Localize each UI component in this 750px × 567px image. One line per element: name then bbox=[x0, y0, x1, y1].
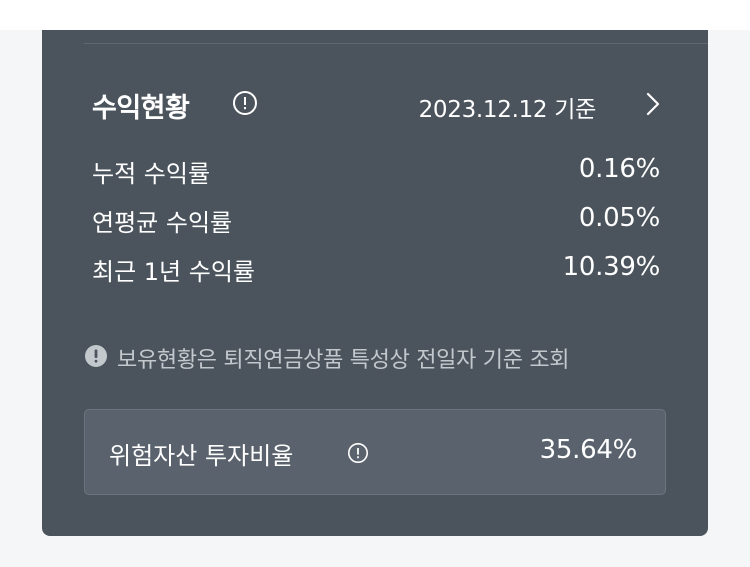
risk-asset-value: 35.64% bbox=[539, 435, 638, 465]
profit-row-cumulative: 누적 수익률 0.16% bbox=[92, 150, 660, 199]
notice: 보유현황은 퇴직연금상품 특성상 전일자 기준 조회 bbox=[84, 338, 684, 373]
info-circle-icon[interactable] bbox=[232, 90, 258, 116]
top-strip bbox=[0, 0, 750, 30]
row-label: 최근 1년 수익률 bbox=[92, 258, 256, 286]
risk-asset-box: 위험자산 투자비율 35.64% bbox=[84, 409, 666, 495]
notice-text: 보유현황은 퇴직연금상품 특성상 전일자 기준 조회 bbox=[117, 348, 570, 373]
section-divider bbox=[84, 43, 708, 44]
profit-rate-list: 누적 수익률 0.16% 연평균 수익률 0.05% 최근 1년 수익률 10.… bbox=[92, 150, 660, 297]
row-value: 10.39% bbox=[562, 252, 661, 282]
row-label: 연평균 수익률 bbox=[92, 209, 233, 237]
risk-asset-label: 위험자산 투자비율 bbox=[109, 442, 294, 470]
profit-status-title: 수익현황 bbox=[92, 93, 190, 124]
base-date: 2023.12.12 기준 bbox=[418, 97, 597, 123]
chevron-right-icon[interactable] bbox=[646, 92, 660, 116]
row-value: 0.05% bbox=[578, 203, 660, 233]
profit-row-annual-average: 연평균 수익률 0.05% bbox=[92, 199, 660, 248]
info-circle-icon[interactable] bbox=[347, 442, 369, 464]
row-value: 0.16% bbox=[578, 154, 660, 184]
profit-row-last-year: 최근 1년 수익률 10.39% bbox=[92, 248, 660, 297]
profit-status-header: 수익현황 2023.12.12 기준 bbox=[92, 82, 664, 126]
exclamation-circle-icon bbox=[84, 344, 108, 368]
profit-status-card: 수익현황 2023.12.12 기준 누적 수익률 0.16% 연평균 수익률 … bbox=[42, 30, 708, 536]
row-label: 누적 수익률 bbox=[92, 160, 211, 188]
